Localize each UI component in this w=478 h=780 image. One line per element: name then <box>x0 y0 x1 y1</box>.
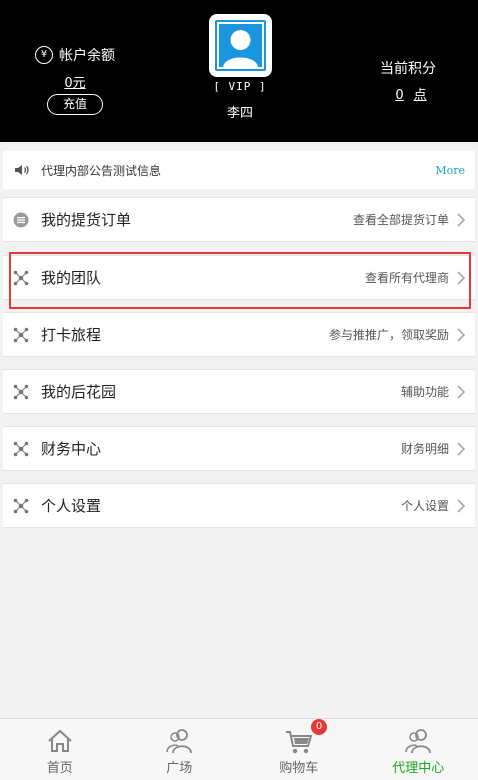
menu-right-text: 查看全部提货订单 <box>352 213 449 227</box>
speaker-icon <box>15 165 29 175</box>
notice-text: 代理内部公告测试信息 <box>41 163 162 178</box>
nav-cart[interactable]: 0 购物车 <box>239 719 359 780</box>
shopping-cart-icon <box>285 731 313 754</box>
balance-title-row: ¥ 帐户余额 <box>26 44 124 66</box>
balance-value[interactable]: 0元 <box>26 72 124 91</box>
points-block: 当前积分 0点 <box>370 58 446 103</box>
menu-right-text: 财务明细 <box>400 442 449 456</box>
more-link[interactable]: More <box>435 164 465 177</box>
chevron-right-icon <box>457 441 466 456</box>
share-nodes-icon <box>13 270 29 285</box>
share-nodes-icon <box>13 498 29 513</box>
menu-right-text: 辅助功能 <box>400 385 449 399</box>
nav-home-label: 首页 <box>46 761 73 776</box>
points-value: 0 <box>395 88 404 103</box>
recharge-button[interactable]: 充值 <box>47 94 103 115</box>
chevron-right-icon <box>457 327 466 342</box>
yen-coin-icon: ¥ <box>35 46 53 64</box>
users-icon <box>405 729 432 754</box>
chevron-right-icon <box>457 270 466 285</box>
bottom-nav: 首页 广场 0 购物车 代理中心 <box>0 718 478 780</box>
nav-cart-label: 购物车 <box>279 761 319 776</box>
list-icon <box>13 212 29 227</box>
account-header: ¥ 帐户余额 0元 充值 [ VIP ] 李四 当前积分 0点 <box>0 0 478 142</box>
balance-block: ¥ 帐户余额 0元 充值 <box>26 44 124 115</box>
menu-label: 打卡旅程 <box>41 326 102 344</box>
menu-right-text: 查看所有代理商 <box>364 271 449 285</box>
points-unit: 点 <box>413 88 427 103</box>
share-nodes-icon <box>13 384 29 399</box>
balance-title: 帐户余额 <box>59 48 115 64</box>
vip-label: [ VIP ] <box>213 80 267 93</box>
menu-label: 财务中心 <box>41 440 102 458</box>
notice-bar[interactable]: 代理内部公告测试信息 More <box>3 151 475 189</box>
menu-row-back-garden[interactable]: 我的后花园 辅助功能 <box>3 369 475 414</box>
home-icon <box>48 729 72 752</box>
username: 李四 <box>226 106 253 121</box>
nav-agent-center[interactable]: 代理中心 <box>359 719 478 780</box>
share-nodes-icon <box>13 327 29 342</box>
chevron-right-icon <box>457 212 466 227</box>
menu-label: 我的提货订单 <box>41 211 132 229</box>
users-icon <box>166 729 193 754</box>
menu-row-finance-center[interactable]: 财务中心 财务明细 <box>3 426 475 471</box>
nav-agent-center-label: 代理中心 <box>392 761 445 776</box>
menu-label: 我的团队 <box>41 269 102 287</box>
menu-row-checkin-journey[interactable]: 打卡旅程 参与推推广，领取奖励 <box>3 312 475 357</box>
nav-home[interactable]: 首页 <box>0 719 120 780</box>
nav-plaza-label: 广场 <box>166 761 193 776</box>
points-value-row[interactable]: 0点 <box>370 84 446 103</box>
avatar[interactable] <box>209 14 272 77</box>
menu-right-text: 个人设置 <box>400 499 449 513</box>
chevron-right-icon <box>457 384 466 399</box>
chevron-right-icon <box>457 498 466 513</box>
share-nodes-icon <box>13 441 29 456</box>
menu-row-personal-settings[interactable]: 个人设置 个人设置 <box>3 483 475 528</box>
menu-row-my-team[interactable]: 我的团队 查看所有代理商 <box>3 255 475 300</box>
nav-plaza[interactable]: 广场 <box>120 719 240 780</box>
menu-row-pickup-orders[interactable]: 我的提货订单 查看全部提货订单 <box>3 197 475 242</box>
menu-label: 个人设置 <box>41 497 102 515</box>
menu-right-text: 参与推推广，领取奖励 <box>328 328 449 342</box>
cart-badge: 0 <box>311 719 327 735</box>
menu-label: 我的后花园 <box>41 383 117 401</box>
points-title: 当前积分 <box>380 61 436 77</box>
user-avatar-icon <box>215 20 266 71</box>
